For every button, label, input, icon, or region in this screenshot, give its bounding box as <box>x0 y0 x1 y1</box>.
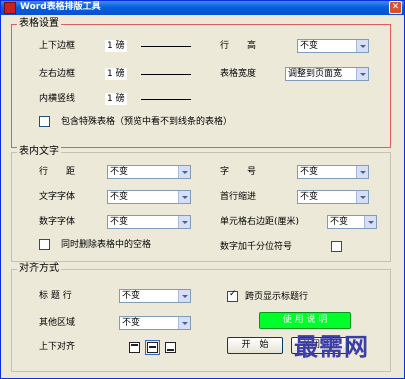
text-font-select[interactable]: 不变 <box>107 190 191 204</box>
inner-line-label: 内横竖线 <box>39 94 76 104</box>
top-bottom-margin-input[interactable]: 1 磅 <box>105 40 127 52</box>
left-right-line-sample <box>141 74 191 75</box>
vertical-align-label: 上下对齐 <box>39 342 76 352</box>
title-row-label: 标 题 行 <box>39 291 72 301</box>
left-right-margin-input[interactable]: 1 磅 <box>105 68 127 80</box>
text-font-label: 文字字体 <box>39 192 76 202</box>
chevron-down-icon[interactable] <box>178 317 190 329</box>
text-font-value: 不变 <box>110 192 129 202</box>
other-area-label: 其他区域 <box>39 318 76 328</box>
chevron-down-icon[interactable] <box>356 40 368 52</box>
thousand-sep-label: 数字加千分位符号 <box>220 242 293 252</box>
number-font-label: 数字字体 <box>39 217 76 227</box>
line-spacing-select[interactable]: 不变 <box>107 165 191 179</box>
first-indent-label: 首行缩进 <box>220 192 257 202</box>
table-settings-legend: 表格设置 <box>17 18 61 30</box>
title-bar: Word表格排版工具 ✕ <box>1 1 404 15</box>
cell-margin-select[interactable]: 不变 <box>327 215 377 229</box>
other-area-select[interactable]: 不变 <box>119 316 191 330</box>
close-button[interactable]: ✕ <box>389 1 402 14</box>
help-button[interactable]: 使 用 说 明 <box>259 312 351 329</box>
number-font-select[interactable]: 不变 <box>107 215 191 229</box>
font-size-label: 字 号 <box>220 167 257 177</box>
line-spacing-value: 不变 <box>110 167 129 177</box>
top-bottom-line-sample <box>141 46 191 47</box>
chevron-down-icon[interactable] <box>178 290 190 302</box>
cell-margin-value: 不变 <box>330 217 349 227</box>
delete-spaces-label: 同时删除表格中的空格 <box>61 240 152 250</box>
table-text-legend: 表内文字 <box>17 146 61 158</box>
alignment-legend: 对齐方式 <box>17 263 61 275</box>
watermark: 最需网 <box>294 332 369 361</box>
first-indent-value: 不变 <box>300 192 319 202</box>
chevron-down-icon[interactable] <box>178 191 190 203</box>
delete-spaces-checkbox[interactable] <box>39 239 50 250</box>
row-height-label: 行 高 <box>220 41 257 51</box>
app-window: Word表格排版工具 ✕ 表格设置 上下边框 1 磅 行 高 不变 左右边框 1… <box>0 0 405 379</box>
include-special-label: 包含特殊表格（预览中看不到线条的表格） <box>61 117 233 127</box>
inner-line-input[interactable]: 1 磅 <box>105 93 127 105</box>
left-right-margin-label: 左右边框 <box>39 69 76 79</box>
chevron-down-icon[interactable] <box>356 191 368 203</box>
window-title: Word表格排版工具 <box>20 2 101 12</box>
cell-margin-label: 单元格右边距(厘米) <box>220 217 300 227</box>
title-row-select[interactable]: 不变 <box>119 289 191 303</box>
table-width-value: 调整到页面宽 <box>288 69 343 79</box>
include-special-checkbox[interactable] <box>39 116 50 127</box>
number-font-value: 不变 <box>110 217 129 227</box>
inner-line-sample <box>141 99 191 100</box>
table-width-select[interactable]: 调整到页面宽 <box>285 67 369 81</box>
repeat-header-label: 跨页显示标题行 <box>245 292 309 302</box>
thousand-sep-checkbox[interactable] <box>331 241 342 252</box>
row-height-select[interactable]: 不变 <box>297 39 369 53</box>
align-middle-icon[interactable] <box>145 340 160 355</box>
align-bottom-icon[interactable] <box>165 342 176 353</box>
align-top-icon[interactable] <box>129 342 140 353</box>
chevron-down-icon[interactable] <box>178 216 190 228</box>
font-size-select[interactable]: 不变 <box>297 165 369 179</box>
font-size-value: 不变 <box>300 167 319 177</box>
chevron-down-icon[interactable] <box>364 216 376 228</box>
row-height-value: 不变 <box>300 41 319 51</box>
chevron-down-icon[interactable] <box>356 166 368 178</box>
start-button[interactable]: 开 始 <box>227 337 283 354</box>
chevron-down-icon[interactable] <box>178 166 190 178</box>
title-row-value: 不变 <box>122 291 141 301</box>
other-area-value: 不变 <box>122 318 141 328</box>
line-spacing-label: 行 距 <box>39 167 76 177</box>
chevron-down-icon[interactable] <box>356 68 368 80</box>
first-indent-select[interactable]: 不变 <box>297 190 369 204</box>
table-width-label: 表格宽度 <box>220 69 257 79</box>
repeat-header-checkbox[interactable] <box>227 289 238 302</box>
app-icon <box>4 2 16 14</box>
top-bottom-margin-label: 上下边框 <box>39 41 76 51</box>
